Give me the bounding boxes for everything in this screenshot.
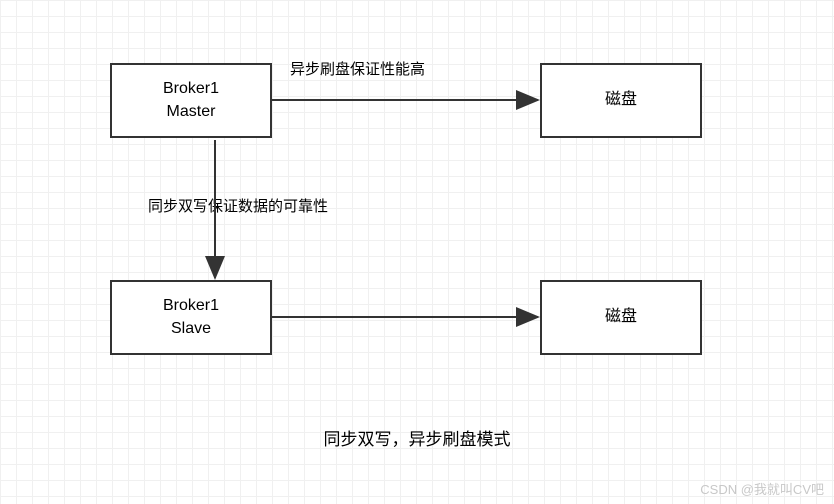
node-broker-master: Broker1 Master <box>110 63 272 138</box>
node-disk-bottom: 磁盘 <box>540 280 702 355</box>
node-broker-slave-line1: Broker1 <box>163 295 219 317</box>
watermark-text: CSDN @我就叫CV吧 <box>700 479 824 498</box>
node-disk-top: 磁盘 <box>540 63 702 138</box>
diagram-caption: 同步双写，异步刷盘模式 <box>0 425 834 450</box>
edge-label-sync: 同步双写保证数据的可靠性 <box>148 195 328 216</box>
node-broker-slave-line2: Slave <box>171 318 211 340</box>
node-disk-bottom-label: 磁盘 <box>605 306 637 328</box>
edge-label-async: 异步刷盘保证性能高 <box>290 58 425 79</box>
node-broker-master-line1: Broker1 <box>163 78 219 100</box>
node-broker-slave: Broker1 Slave <box>110 280 272 355</box>
node-broker-master-line2: Master <box>167 101 216 123</box>
node-disk-top-label: 磁盘 <box>605 89 637 111</box>
